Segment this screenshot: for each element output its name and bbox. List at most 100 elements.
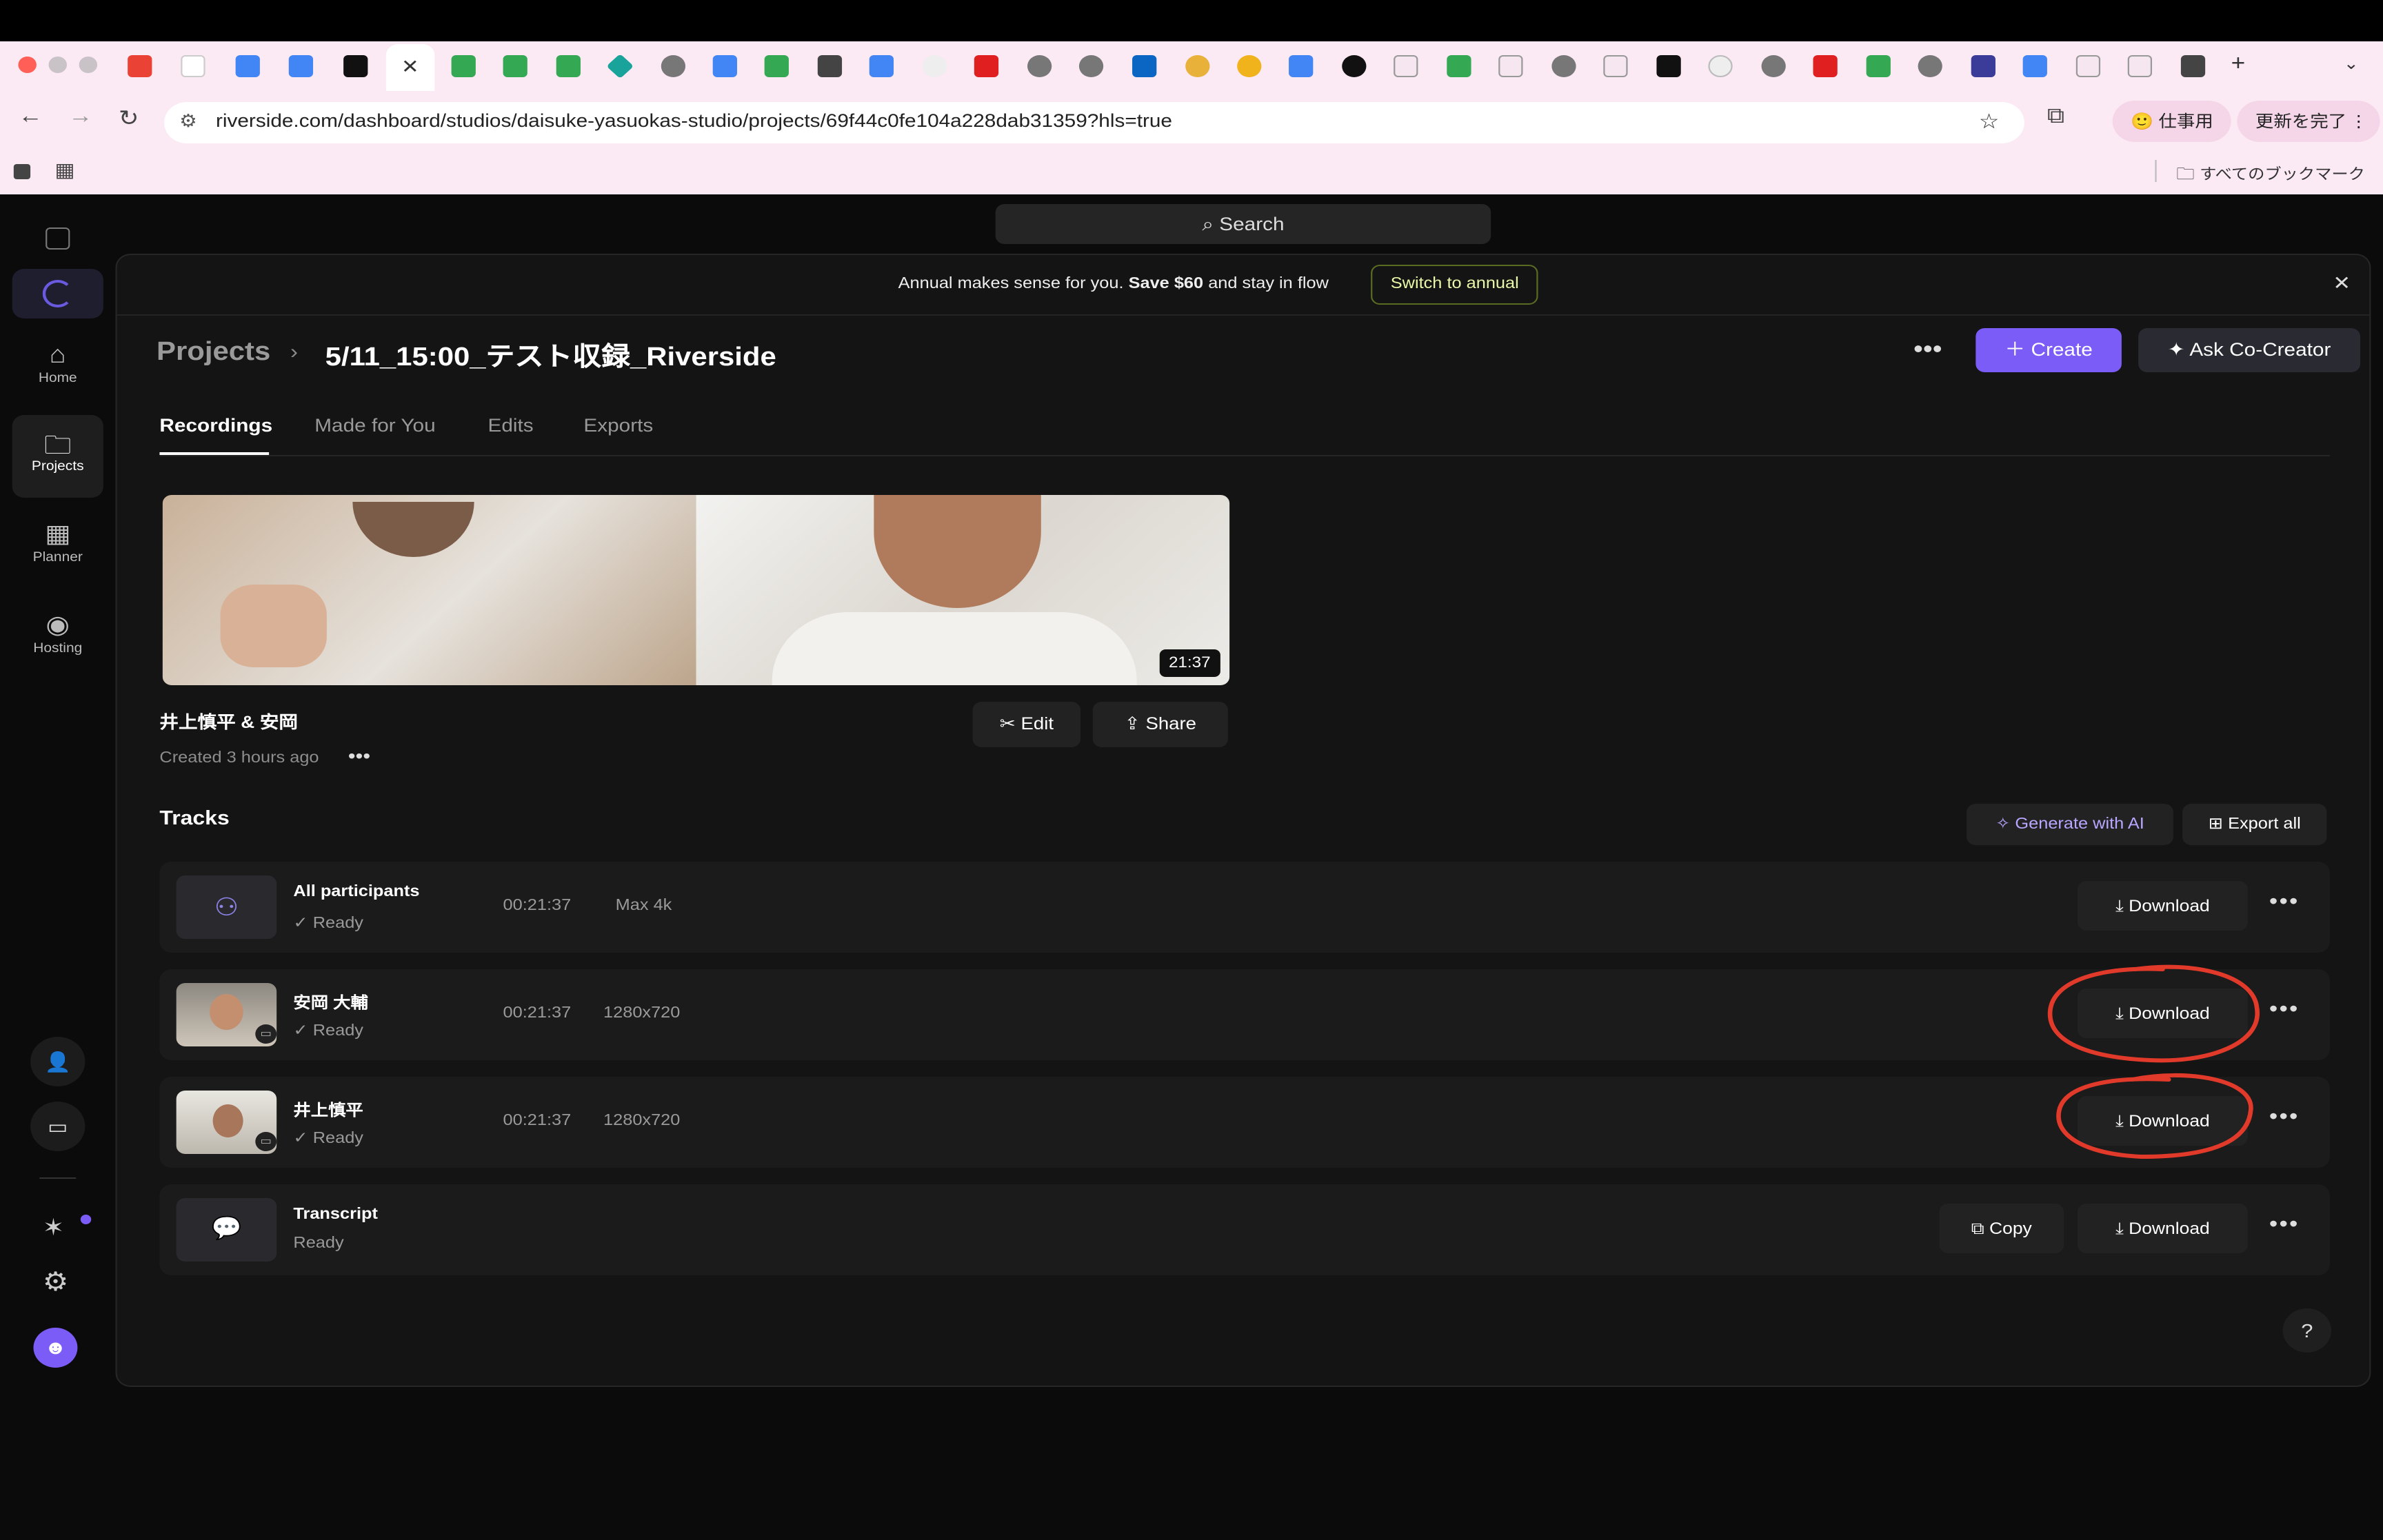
calendar-tab-icon[interactable] (288, 55, 314, 77)
participant-video-thumbnail[interactable]: 21:37 (696, 495, 1230, 685)
globe-tab-icon[interactable] (661, 55, 686, 77)
sheets-tab-icon[interactable] (1447, 55, 1471, 77)
collapse-sidebar-icon[interactable] (46, 227, 70, 250)
google-tab-icon[interactable] (1708, 55, 1733, 77)
help-button[interactable]: ? (2282, 1308, 2332, 1352)
app-tab-icon[interactable] (2127, 55, 2153, 77)
track-more-icon[interactable]: ••• (2266, 1212, 2302, 1245)
globe-tab-icon[interactable] (1551, 55, 1576, 77)
docs-tab-icon[interactable] (1289, 55, 1314, 77)
recording-more-icon[interactable]: ••• (348, 744, 370, 767)
globe-tab-icon[interactable] (1918, 55, 1942, 77)
app-tab-icon[interactable] (1603, 55, 1628, 77)
back-icon[interactable]: ← (18, 105, 42, 130)
sheets-tab-icon[interactable] (764, 55, 789, 77)
track-more-icon[interactable]: ••• (2266, 1104, 2302, 1137)
track-name: Transcript (293, 1206, 378, 1223)
docs-tab-icon[interactable] (712, 55, 737, 77)
bookmark-star-icon[interactable]: ☆ (1979, 109, 2000, 134)
bookmarks-bar: ▦ 🗀 すべてのブックマーク (0, 149, 2383, 194)
minimize-window-icon[interactable] (48, 57, 67, 73)
search-input[interactable]: ⌕ Search (995, 204, 1491, 244)
new-tab-icon[interactable]: + (2231, 52, 2246, 77)
linkedin-tab-icon[interactable] (1132, 55, 1157, 77)
globe-tab-icon[interactable] (1761, 55, 1786, 77)
sheets-tab-icon[interactable] (556, 55, 581, 77)
sheets-tab-icon[interactable] (1866, 55, 1891, 77)
edit-button[interactable]: ✂ Edit (972, 702, 1081, 747)
extensions-icon[interactable]: ⧉ (2047, 105, 2064, 130)
close-tab-icon[interactable]: ✕ (401, 55, 419, 79)
apps-grid-icon[interactable]: ▦ (54, 159, 74, 182)
more-options-icon[interactable]: ••• (1913, 335, 1942, 364)
app-tab-icon[interactable] (606, 53, 634, 79)
user-avatar[interactable]: ☻ (33, 1328, 78, 1368)
export-all-button[interactable]: ⊞ Export all (2182, 804, 2327, 845)
whats-new-icon[interactable]: ✶ (43, 1215, 64, 1242)
google-tab-icon[interactable] (922, 55, 947, 77)
app-tab-icon[interactable] (1971, 55, 1995, 77)
forward-icon[interactable]: → (68, 105, 92, 130)
sheets-tab-icon[interactable] (451, 55, 476, 77)
record-button[interactable]: ▭ (30, 1102, 86, 1151)
docs-tab-icon[interactable] (869, 55, 894, 77)
copy-button[interactable]: ⧉ Copy (1939, 1204, 2064, 1253)
address-bar[interactable]: ⚙ riverside.com/dashboard/studios/daisuk… (164, 102, 2024, 143)
url-text[interactable]: riverside.com/dashboard/studios/daisuke-… (216, 110, 1172, 131)
app-tab-icon[interactable] (1498, 55, 1523, 77)
breadcrumb-projects[interactable]: Projects (157, 338, 270, 368)
maximize-window-icon[interactable] (79, 57, 98, 73)
globe-tab-icon[interactable] (1078, 55, 1104, 77)
sidebar-item-hosting[interactable]: ◉ Hosting (12, 602, 103, 680)
sidebar-item-label: Projects (31, 459, 84, 474)
update-button[interactable]: 更新を完了 ⋮ (2237, 101, 2380, 142)
notes-tab-icon[interactable] (181, 55, 205, 77)
track-more-icon[interactable]: ••• (2266, 997, 2302, 1030)
youtube-tab-icon[interactable] (974, 55, 999, 77)
close-window-icon[interactable] (18, 57, 37, 73)
sidebar-item-home[interactable]: ⌂ Home (12, 332, 103, 409)
participant-video-thumbnail[interactable] (162, 495, 696, 685)
tab-made-for-you[interactable]: Made for You (314, 415, 435, 436)
app-tab-icon[interactable] (1656, 55, 1681, 77)
tab-exports[interactable]: Exports (583, 415, 653, 436)
sheets-tab-icon[interactable] (503, 55, 527, 77)
page-title[interactable]: 5/11_15:00_テスト収録_Riverside (325, 336, 776, 374)
app-tab-icon[interactable] (2075, 55, 2101, 77)
generate-with-ai-button[interactable]: ✧ Generate with AI (1967, 804, 2173, 845)
tab-edits[interactable]: Edits (488, 415, 534, 436)
gmail-tab-icon[interactable] (128, 55, 152, 77)
sidebar-item-projects[interactable]: 🗀 Projects (12, 415, 103, 498)
all-bookmarks[interactable]: 🗀 すべてのブックマーク (2176, 161, 2365, 190)
create-button[interactable]: ＋ Create (1975, 328, 2122, 372)
invite-user-button[interactable]: 👤 (30, 1037, 86, 1086)
github-tab-icon[interactable] (1342, 55, 1367, 77)
sidebar-toggle-icon[interactable] (13, 164, 31, 179)
calendar-tab-icon[interactable] (235, 55, 260, 77)
app-tab-icon[interactable] (1185, 55, 1210, 77)
app-tab-icon[interactable] (343, 55, 368, 77)
site-settings-icon[interactable]: ⚙ (179, 110, 197, 132)
docs-tab-icon[interactable] (2022, 55, 2047, 77)
switch-to-annual-button[interactable]: Switch to annual (1371, 265, 1539, 305)
app-tab-icon[interactable] (1394, 55, 1418, 77)
ask-co-creator-button[interactable]: ✦ Ask Co-Creator (2138, 328, 2360, 372)
app-tab-icon[interactable] (2180, 55, 2206, 77)
download-button[interactable]: ⤓ Download (2078, 881, 2248, 931)
share-button[interactable]: ⇪ Share (1092, 702, 1228, 747)
reload-icon[interactable]: ↻ (119, 105, 139, 132)
sidebar-item-planner[interactable]: ▦ Planner (12, 511, 103, 589)
settings-gear-icon[interactable]: ⚙ (43, 1267, 69, 1299)
download-button[interactable]: ⤓ Download (2078, 1204, 2248, 1253)
globe-tab-icon[interactable] (1027, 55, 1052, 77)
workspace-button[interactable] (12, 269, 103, 318)
tab-search-icon[interactable]: ⌄ (2344, 54, 2359, 73)
profile-button[interactable]: 🙂 仕事用 (2112, 101, 2232, 142)
app-tab-icon[interactable] (817, 55, 843, 77)
recording-name[interactable]: 井上慎平 & 安岡 (159, 707, 298, 733)
track-more-icon[interactable]: ••• (2266, 889, 2302, 922)
youtube-tab-icon[interactable] (1813, 55, 1838, 77)
tab-recordings[interactable]: Recordings (159, 415, 272, 436)
close-banner-icon[interactable]: ✕ (2333, 272, 2351, 295)
app-tab-icon[interactable] (1237, 55, 1262, 77)
